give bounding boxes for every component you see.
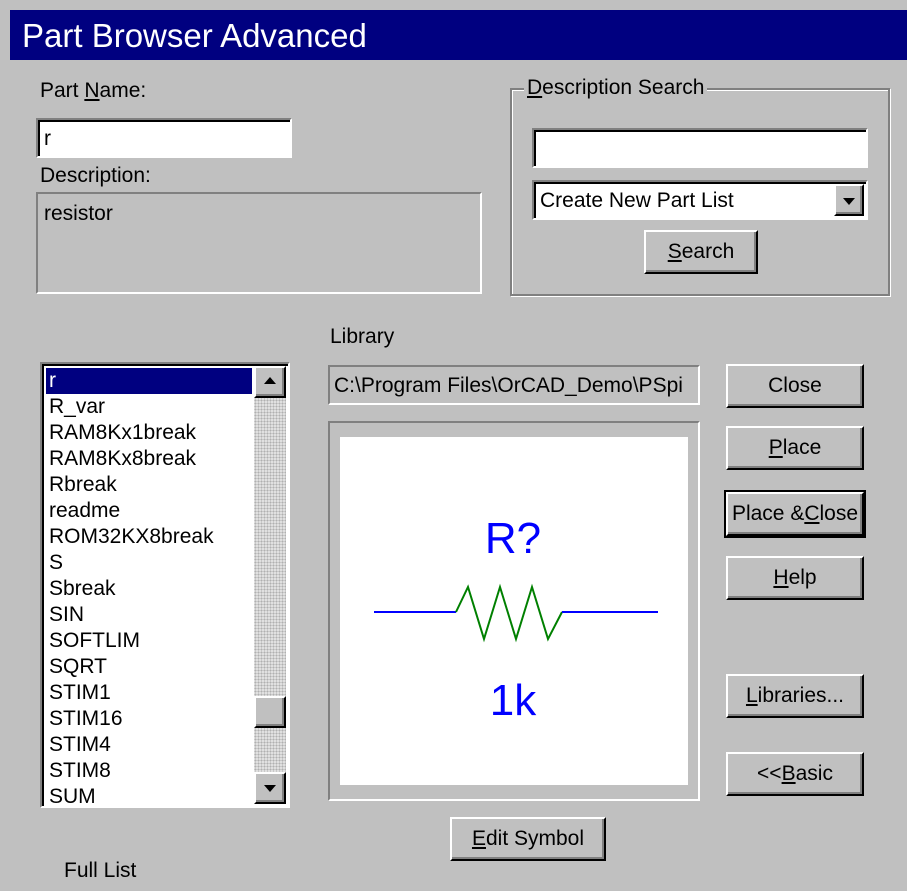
resistor-symbol: R? 1k [374, 514, 658, 725]
window-title: Part Browser Advanced [22, 17, 367, 54]
place-and-close-button[interactable]: Place & Close [724, 490, 866, 538]
list-item[interactable]: R_var [46, 394, 252, 420]
library-path-box: C:\Program Files\OrCAD_Demo\PSpi [328, 365, 700, 405]
arrow-up-icon [264, 377, 276, 384]
list-item[interactable]: Sbreak [46, 576, 252, 602]
description-search-input[interactable] [532, 128, 868, 168]
description-label: Description: [40, 164, 151, 187]
arrow-down-icon [264, 785, 276, 792]
ref-designator: R? [485, 514, 541, 563]
dropdown-button[interactable] [834, 184, 864, 216]
scroll-thumb[interactable] [254, 696, 286, 728]
part-browser-window: Part Browser Advanced Part Name: r Descr… [0, 0, 907, 891]
parts-list-items: r R_var RAM8Kx1break RAM8Kx8break Rbreak read… [46, 368, 252, 806]
description-value: resistor [44, 202, 113, 225]
part-list-dropdown-value: Create New Part List [540, 189, 734, 212]
list-item[interactable]: S [46, 550, 252, 576]
list-item[interactable]: STIM4 [46, 732, 252, 758]
list-item[interactable]: SIN [46, 602, 252, 628]
list-item[interactable]: SOFTLIM [46, 628, 252, 654]
parts-list-scrollbar[interactable] [254, 366, 286, 804]
basic-button[interactable]: << Basic [726, 752, 864, 796]
part-name-value: r [44, 127, 51, 150]
title-bar[interactable]: Part Browser Advanced [10, 10, 907, 60]
list-item[interactable]: STIM8 [46, 758, 252, 784]
library-label: Library [330, 325, 395, 348]
help-button[interactable]: Help [726, 556, 864, 600]
part-value: 1k [490, 676, 537, 725]
part-name-input[interactable]: r [36, 118, 292, 158]
list-item[interactable]: STIM1 [46, 680, 252, 706]
list-item[interactable]: readme [46, 498, 252, 524]
list-item[interactable]: Rbreak [46, 472, 252, 498]
list-item[interactable]: STIM16 [46, 706, 252, 732]
description-search-legend: Description Search [524, 77, 708, 98]
libraries-button[interactable]: Libraries... [726, 674, 864, 718]
close-button[interactable]: Close [726, 364, 864, 408]
part-name-label: Part Name: [40, 79, 147, 102]
symbol-preview: R? 1k [328, 421, 700, 801]
list-item[interactable]: SUM [46, 784, 252, 806]
library-path-value: C:\Program Files\OrCAD_Demo\PSpi [334, 374, 683, 397]
part-list-dropdown[interactable]: Create New Part List [532, 180, 868, 220]
list-item[interactable]: ROM32KX8break [46, 524, 252, 550]
scroll-down-button[interactable] [254, 772, 286, 804]
preview-canvas: R? 1k [340, 437, 688, 785]
list-item[interactable]: RAM8Kx1break [46, 420, 252, 446]
chevron-down-icon [843, 198, 855, 205]
description-box: resistor [36, 192, 482, 294]
scroll-up-button[interactable] [254, 366, 286, 398]
place-button[interactable]: Place [726, 426, 864, 470]
search-button[interactable]: Search [644, 230, 758, 274]
list-item[interactable]: r [46, 368, 252, 394]
list-item[interactable]: SQRT [46, 654, 252, 680]
resistor-body [455, 583, 563, 643]
list-item[interactable]: RAM8Kx8break [46, 446, 252, 472]
edit-symbol-button[interactable]: Edit Symbol [450, 817, 606, 861]
parts-list[interactable]: r R_var RAM8Kx1break RAM8Kx8break Rbreak read… [40, 362, 290, 808]
full-list-label: Full List [64, 859, 137, 882]
